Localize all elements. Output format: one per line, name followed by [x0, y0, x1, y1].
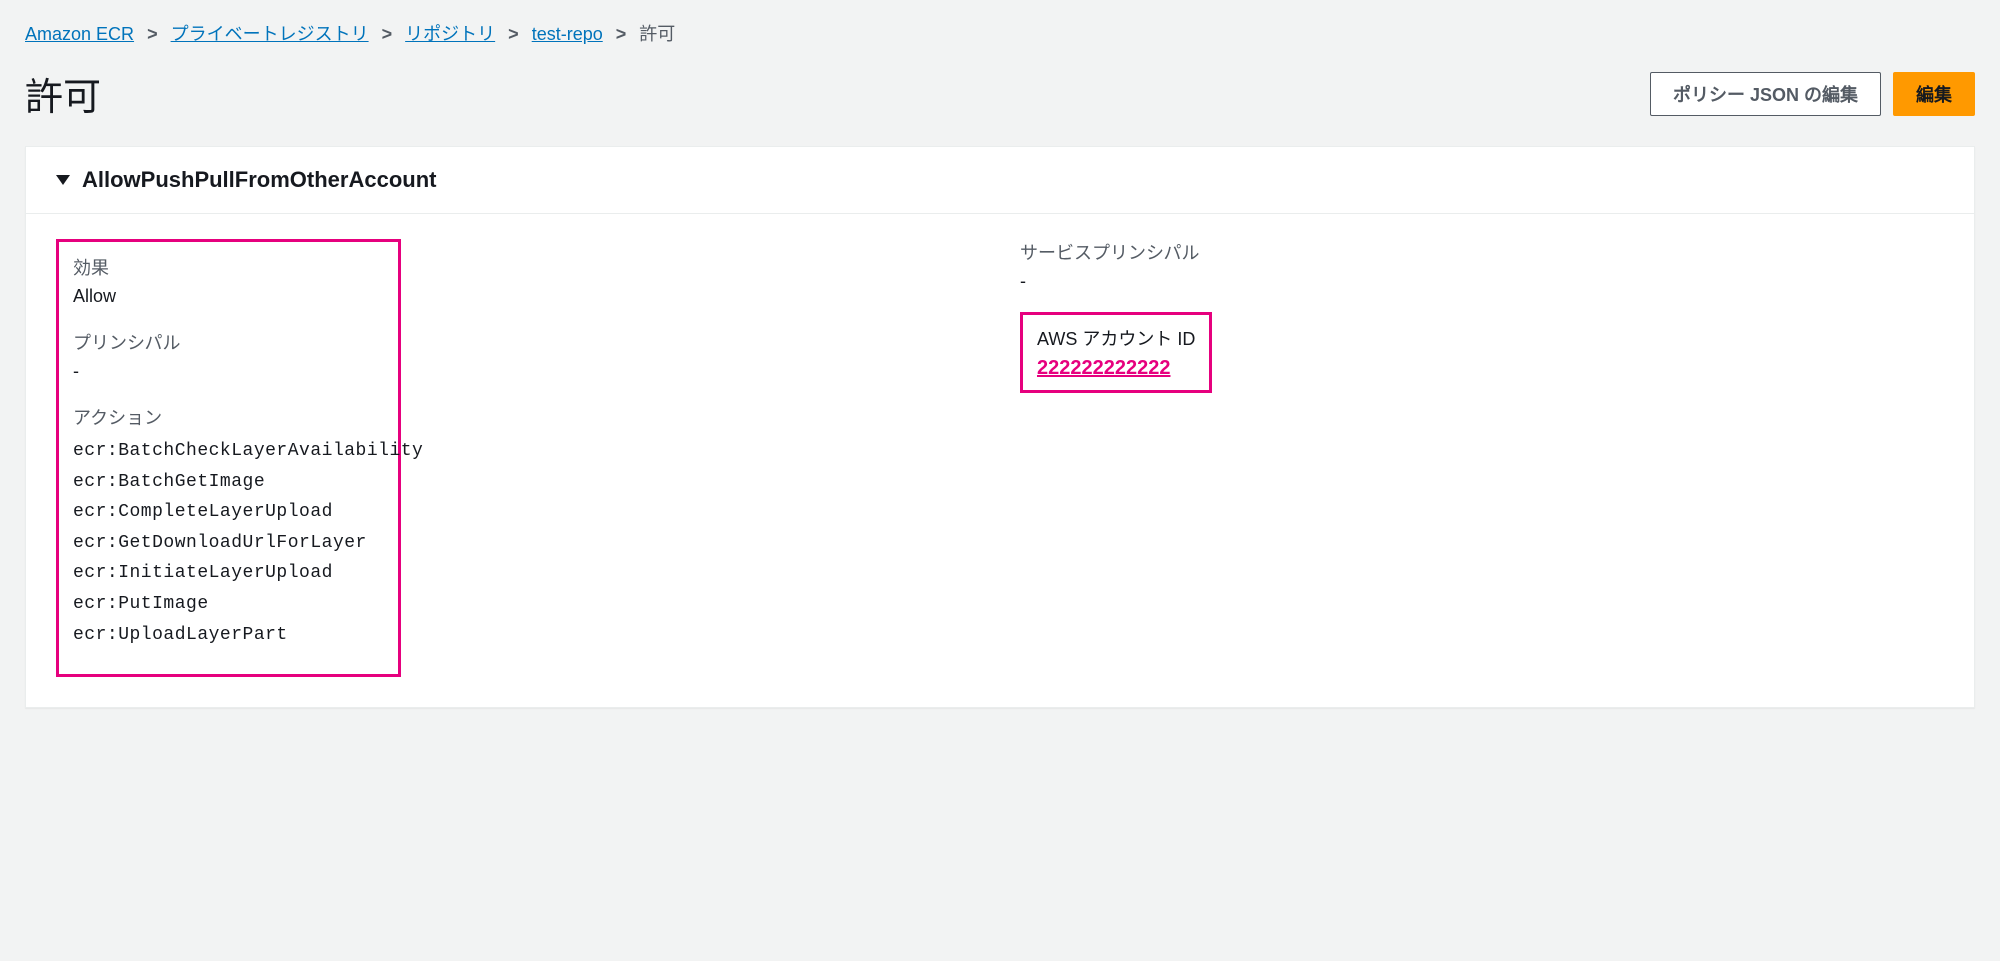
right-highlight-box: AWS アカウント ID 222222222222 [1020, 312, 1212, 393]
breadcrumb-link[interactable]: プライベートレジストリ [171, 24, 369, 44]
effect-label: 効果 [73, 254, 384, 280]
breadcrumb: Amazon ECR > プライベートレジストリ > リポジトリ > test-… [25, 20, 1975, 46]
edit-button[interactable]: 編集 [1893, 72, 1975, 116]
aws-account-id-label: AWS アカウント ID [1037, 325, 1195, 351]
policy-statement-panel: AllowPushPullFromOtherAccount 効果 Allow プ… [25, 146, 1975, 708]
left-highlight-box: 効果 Allow プリンシパル - アクション ecr:BatchCheckLa… [56, 239, 401, 677]
breadcrumb-link[interactable]: Amazon ECR [25, 24, 134, 44]
action-item: ecr:BatchGetImage [73, 467, 384, 498]
panel-header[interactable]: AllowPushPullFromOtherAccount [26, 147, 1974, 213]
action-item: ecr:CompleteLayerUpload [73, 497, 384, 528]
principal-value: - [73, 361, 384, 382]
action-list: ecr:BatchCheckLayerAvailability ecr:Batc… [73, 436, 384, 650]
effect-value: Allow [73, 286, 384, 307]
chevron-right-icon: > [382, 24, 393, 44]
page-title: 許可 [25, 66, 101, 121]
breadcrumb-link[interactable]: test-repo [532, 24, 603, 44]
chevron-right-icon: > [616, 24, 627, 44]
action-item: ecr:GetDownloadUrlForLayer [73, 528, 384, 559]
principal-label: プリンシパル [73, 329, 384, 355]
service-principal-value: - [1020, 271, 1944, 292]
statement-name: AllowPushPullFromOtherAccount [82, 167, 436, 193]
aws-account-id-value: 222222222222 [1037, 357, 1195, 380]
breadcrumb-current: 許可 [639, 24, 675, 44]
edit-policy-json-button[interactable]: ポリシー JSON の編集 [1650, 72, 1881, 116]
action-label: アクション [73, 404, 384, 430]
chevron-right-icon: > [147, 24, 158, 44]
action-item: ecr:PutImage [73, 589, 384, 620]
service-principal-label: サービスプリンシパル [1020, 239, 1944, 265]
action-item: ecr:BatchCheckLayerAvailability [73, 436, 384, 467]
caret-down-icon [56, 175, 70, 185]
action-item: ecr:UploadLayerPart [73, 620, 384, 651]
action-item: ecr:InitiateLayerUpload [73, 558, 384, 589]
chevron-right-icon: > [508, 24, 519, 44]
breadcrumb-link[interactable]: リポジトリ [405, 24, 495, 44]
